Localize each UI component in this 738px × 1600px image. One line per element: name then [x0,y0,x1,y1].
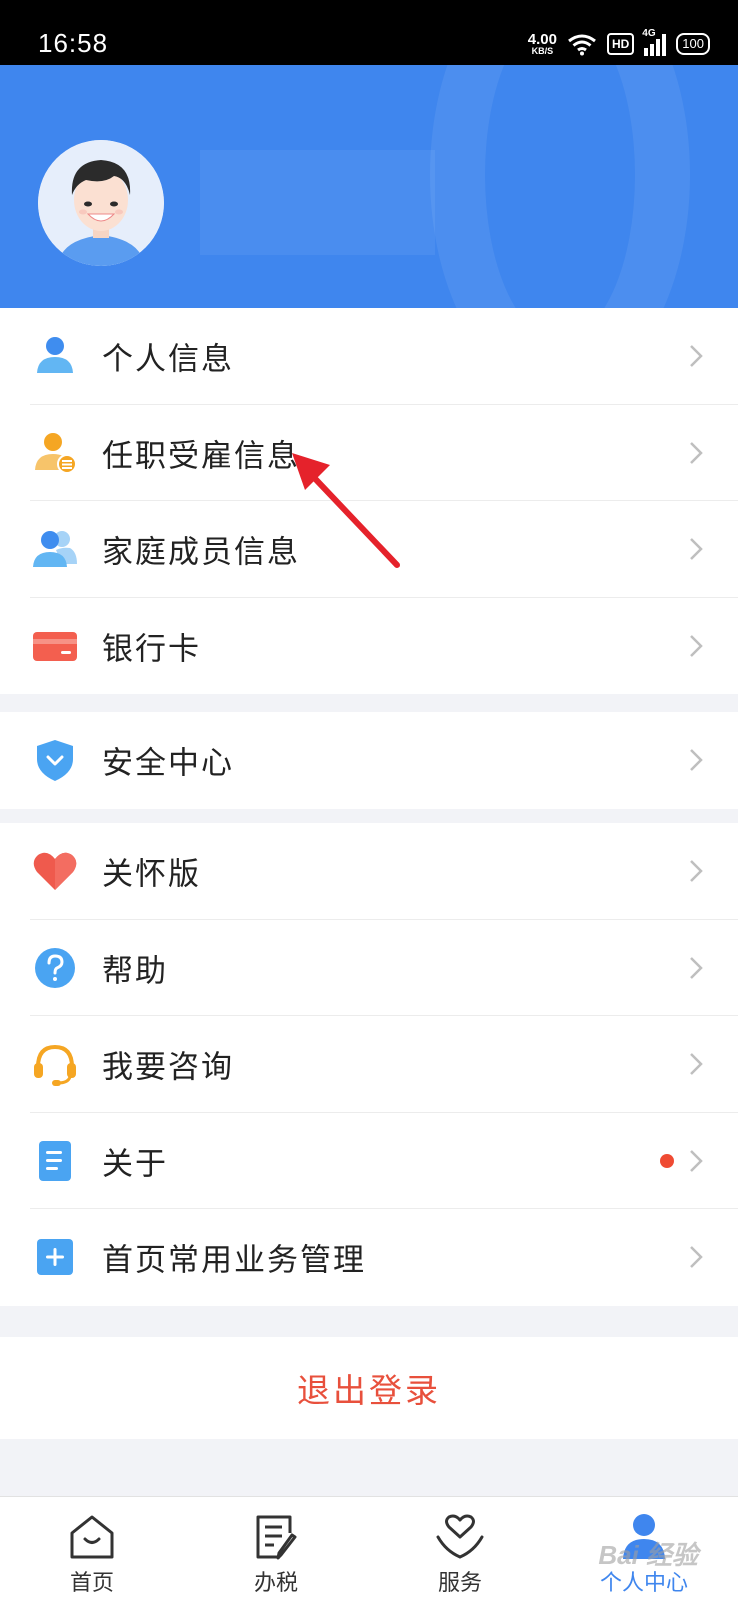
heart-icon [33,853,77,891]
chevron-right-icon [690,634,703,657]
menu-item-employment-info[interactable]: 任职受雇信息 [0,405,738,502]
menu-group-personal: 个人信息 任职受雇信息 家庭成员信息 银行卡 [0,308,738,694]
nav-home[interactable]: 首页 [0,1497,184,1600]
edit-doc-icon [256,1515,297,1560]
status-bar: 16:58 4.00 KB/S HD 4G 100 [0,0,738,65]
profile-header [0,65,738,308]
menu-group-general: 关怀版 帮助 我要咨询 关于 首页常用业务管理 [0,823,738,1306]
signal-icon: 4G [642,28,667,56]
watermark: Bai 经验 [598,1540,698,1570]
chevron-right-icon [690,956,703,979]
menu-item-family-info[interactable]: 家庭成员信息 [0,501,738,598]
menu-item-consult[interactable]: 我要咨询 [0,1016,738,1113]
menu-item-bank-card[interactable]: 银行卡 [0,598,738,695]
battery-indicator: 100 [676,33,710,55]
nav-services[interactable]: 服务 [368,1497,552,1600]
status-icons: 4.00 KB/S HD 4G 100 [527,28,710,58]
chevron-right-icon [690,1053,703,1076]
home-icon [70,1515,114,1559]
menu-item-about[interactable]: 关于 [0,1113,738,1210]
heart-hand-icon [436,1514,484,1559]
bank-card-icon [33,631,77,661]
question-icon [35,947,75,988]
menu-group-security: 安全中心 [0,712,738,809]
plus-square-icon [37,1239,73,1276]
wifi-icon [568,34,596,56]
chevron-right-icon [690,749,703,772]
menu-item-homepage-services[interactable]: 首页常用业务管理 [0,1209,738,1306]
menu-item-care-version[interactable]: 关怀版 [0,823,738,920]
notification-dot [660,1153,674,1168]
person-icon [37,337,73,374]
chevron-right-icon [690,860,703,883]
avatar-illustration [38,140,164,266]
menu-item-personal-info[interactable]: 个人信息 [0,308,738,405]
nav-tax[interactable]: 办税 [184,1497,368,1600]
chevron-right-icon [690,1246,703,1269]
avatar[interactable] [38,140,164,266]
headset-icon [34,1045,76,1087]
chevron-right-icon [690,441,703,464]
shield-icon [37,740,73,782]
document-icon [39,1140,71,1181]
status-time: 16:58 [38,28,109,58]
menu-item-security-center[interactable]: 安全中心 [0,712,738,809]
header-decoration-ring [430,65,690,308]
chevron-right-icon [690,1149,703,1172]
family-icon [33,531,77,568]
chevron-right-icon [690,538,703,561]
employment-icon [35,432,77,474]
chevron-right-icon [690,345,703,368]
menu-item-help[interactable]: 帮助 [0,920,738,1017]
net-speed: 4.00 KB/S [527,31,557,56]
header-decoration [200,150,435,255]
hd-indicator: HD [606,33,635,55]
logout-label: 退出登录 [297,1371,441,1410]
logout-button[interactable]: 退出登录 [0,1337,738,1439]
